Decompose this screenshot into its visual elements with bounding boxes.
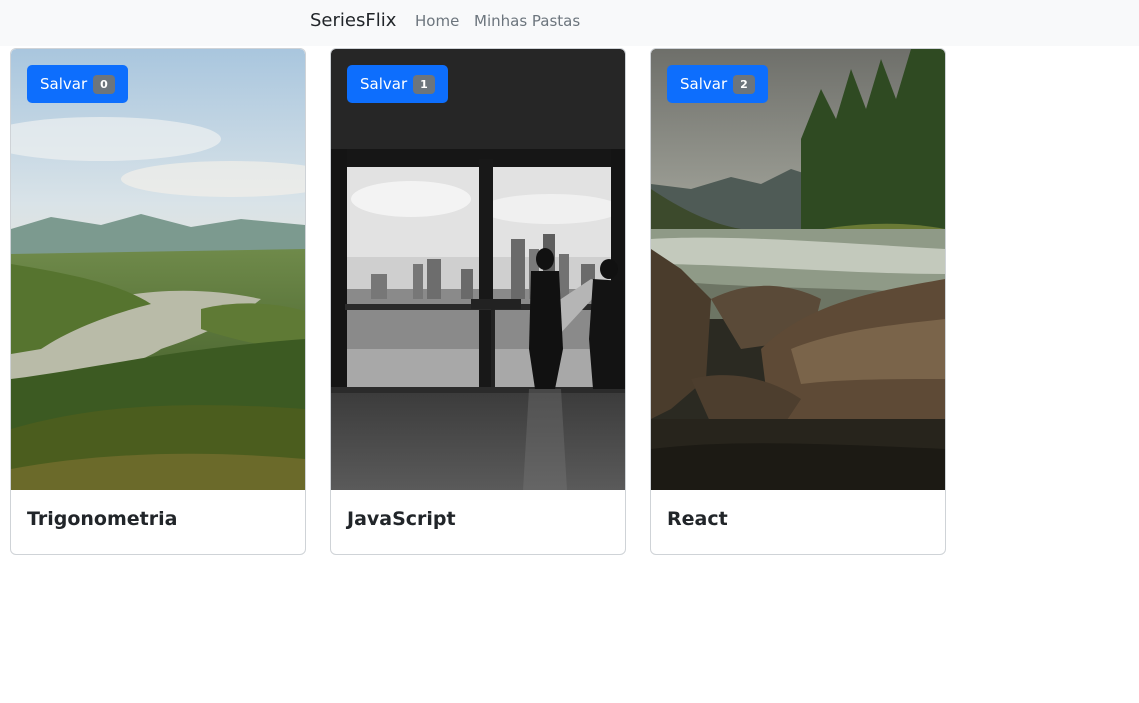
series-card: Salvar 0 Trigonometria [10,48,306,555]
save-button[interactable]: Salvar 2 [667,65,768,103]
save-button[interactable]: Salvar 1 [347,65,448,103]
card-image-river [651,49,945,490]
save-label: Salvar [40,75,88,93]
save-label: Salvar [680,75,728,93]
brand-link[interactable]: SeriesFlix [310,10,396,31]
card-title: JavaScript [347,508,456,530]
card-title: Trigonometria [27,508,178,530]
save-button[interactable]: Salvar 0 [27,65,128,103]
save-count-badge: 2 [733,74,755,94]
save-count-badge: 0 [93,74,115,94]
navbar: SeriesFlix Home Minhas Pastas [0,0,1139,46]
card-image-city [331,49,625,490]
nav-home-link[interactable]: Home [415,12,459,30]
save-label: Salvar [360,75,408,93]
card-image-landscape [11,49,305,490]
save-count-badge: 1 [413,74,435,94]
series-card: Salvar 2 React [650,48,946,555]
card-title: React [667,508,728,530]
nav-minhas-pastas-link[interactable]: Minhas Pastas [474,12,580,30]
series-card: Salvar 1 JavaScript [330,48,626,555]
